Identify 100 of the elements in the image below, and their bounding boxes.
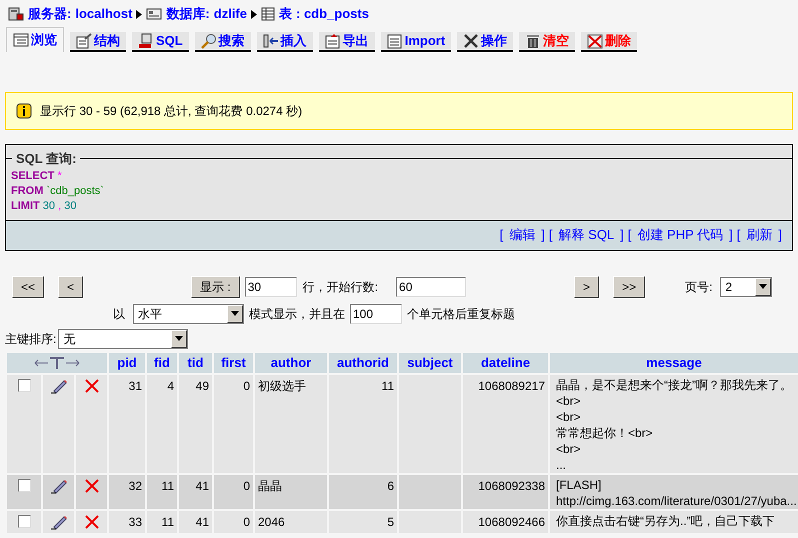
column-header[interactable]: fid	[147, 352, 177, 372]
bracket: [	[628, 226, 632, 244]
bracket: [	[548, 226, 553, 244]
show-button[interactable]: 显示 :	[191, 276, 240, 298]
separator-arrow-icon	[136, 10, 142, 18]
row-checkbox[interactable]	[18, 378, 30, 392]
table-cell: 41	[179, 510, 212, 532]
sql-action-link[interactable]: 刷新	[746, 225, 772, 245]
tab[interactable]: 浏览	[6, 27, 64, 52]
tab[interactable]: 插入	[256, 32, 313, 52]
bracket: ]	[729, 226, 733, 244]
edit-pencil-icon[interactable]	[50, 378, 68, 394]
column-header[interactable]: dateline	[463, 352, 548, 372]
sql-line: LIMIT 30 , 30	[11, 198, 78, 214]
table-cell: 6	[329, 474, 397, 508]
table-cell: 1068092338	[463, 474, 548, 508]
row-checkbox[interactable]	[18, 514, 30, 528]
breadcrumb-link[interactable]: dzlife	[214, 4, 247, 24]
table-cell: 11	[147, 510, 177, 532]
previous-page-button[interactable]: <	[58, 276, 84, 298]
caret-icon	[175, 336, 184, 341]
first-page-button[interactable]: <<	[12, 276, 44, 298]
row-checkbox[interactable]	[18, 478, 30, 492]
delete-table-icon	[587, 33, 604, 49]
message-cell: 你直接点击右键“另存为..”吧，自己下载下	[550, 510, 798, 532]
caret-icon	[759, 284, 768, 289]
table-cell: 4	[147, 374, 177, 472]
last-page-button[interactable]: >>	[613, 276, 646, 298]
column-header[interactable]: message	[550, 352, 798, 372]
sql-action-link[interactable]: 创建 PHP 代码	[637, 225, 724, 245]
table-cell: 初级选手	[255, 374, 327, 472]
table-cell: 0	[214, 374, 253, 472]
start-row-field[interactable]: 60	[396, 276, 466, 296]
mode-select[interactable]: 水平	[133, 304, 244, 324]
table-icon	[261, 7, 275, 21]
table-cell: 1068089217	[463, 374, 548, 472]
delete-x-icon[interactable]	[84, 379, 98, 394]
column-header[interactable]: subject	[399, 352, 461, 372]
sort-label: 主键排序:	[5, 330, 56, 348]
column-header[interactable]: first	[214, 352, 253, 372]
table-cell: 11	[147, 474, 177, 508]
column-arrows-icon	[34, 356, 80, 370]
search-icon	[200, 33, 217, 49]
sort-select[interactable]: 无	[58, 328, 188, 348]
table-cell: 5	[329, 510, 397, 532]
sql-action-link[interactable]: 编辑	[509, 225, 536, 245]
warning-icon	[16, 103, 32, 119]
table-cell: 0	[214, 474, 253, 508]
sql-line: SELECT *	[11, 168, 63, 184]
rows-label: 行，开始行数:	[302, 278, 378, 296]
import-icon	[386, 33, 403, 49]
table-cell: 31	[109, 374, 145, 472]
breadcrumb-link[interactable]: localhost	[75, 4, 132, 24]
rows-field[interactable]: 30	[244, 276, 297, 296]
separator-arrow-icon	[251, 10, 257, 18]
page-select[interactable]: 2	[720, 276, 772, 296]
message-cell: [FLASH] http://cimg.163.com/literature/0301/27/yuba...	[550, 474, 798, 508]
breadcrumb-link[interactable]: : cdb_posts	[296, 4, 369, 24]
tab[interactable]: Import	[380, 32, 452, 52]
bracket: ]	[778, 226, 782, 244]
tab[interactable]: SQL	[132, 32, 189, 52]
breadcrumb-label: 服务器:	[28, 5, 72, 24]
insert-icon	[262, 33, 279, 49]
mode-label: 模式显示，并且在	[249, 306, 345, 322]
tab[interactable]: 导出	[318, 32, 375, 52]
table-cell: 49	[179, 374, 212, 472]
table-cell: 33	[109, 510, 145, 532]
tab[interactable]: 搜索	[194, 32, 251, 52]
tab[interactable]: 操作	[457, 32, 514, 52]
tab[interactable]: 结构	[70, 32, 126, 52]
table-cell: 1068092466	[463, 510, 548, 532]
column-header[interactable]: pid	[109, 352, 145, 372]
column-header[interactable]: tid	[179, 352, 212, 372]
table-cell: 41	[179, 474, 212, 508]
edit-pencil-icon[interactable]	[50, 514, 68, 530]
edit-pencil-icon[interactable]	[50, 478, 68, 494]
delete-x-icon[interactable]	[84, 515, 98, 530]
table-cell: 32	[109, 474, 145, 508]
bracket: ]	[541, 226, 545, 244]
delete-x-icon[interactable]	[84, 479, 98, 494]
database-icon	[146, 7, 162, 21]
table-cell: 2046	[255, 510, 327, 532]
bracket: [	[736, 226, 740, 244]
breadcrumb-label: 表	[279, 5, 292, 24]
sql-action-link[interactable]: 解释 SQL	[558, 225, 614, 245]
list-icon	[13, 32, 29, 48]
document-icon	[76, 33, 92, 49]
sql-line: FROM `cdb_posts`	[11, 184, 105, 198]
sql-legend: SQL 查询:	[16, 149, 76, 168]
repeat-field[interactable]: 100	[350, 304, 402, 324]
bracket: [	[500, 226, 504, 244]
mode-prefix: 以	[113, 306, 125, 322]
column-header[interactable]: author	[255, 352, 327, 372]
trash-icon	[525, 33, 542, 49]
message-cell: 晶晶，是不是想来个“接龙”啊？那我先来了。<br> <br> 常常想起你！<br> <br> ...	[550, 374, 798, 472]
page-label: 页号:	[685, 278, 712, 296]
notice-text: 显示行 30 - 59 (62,918 总计, 查询花费 0.0274 秒)	[40, 103, 302, 120]
column-header[interactable]: authorid	[329, 352, 397, 372]
next-page-button[interactable]: >	[574, 276, 600, 298]
table-cell: 11	[329, 374, 397, 472]
